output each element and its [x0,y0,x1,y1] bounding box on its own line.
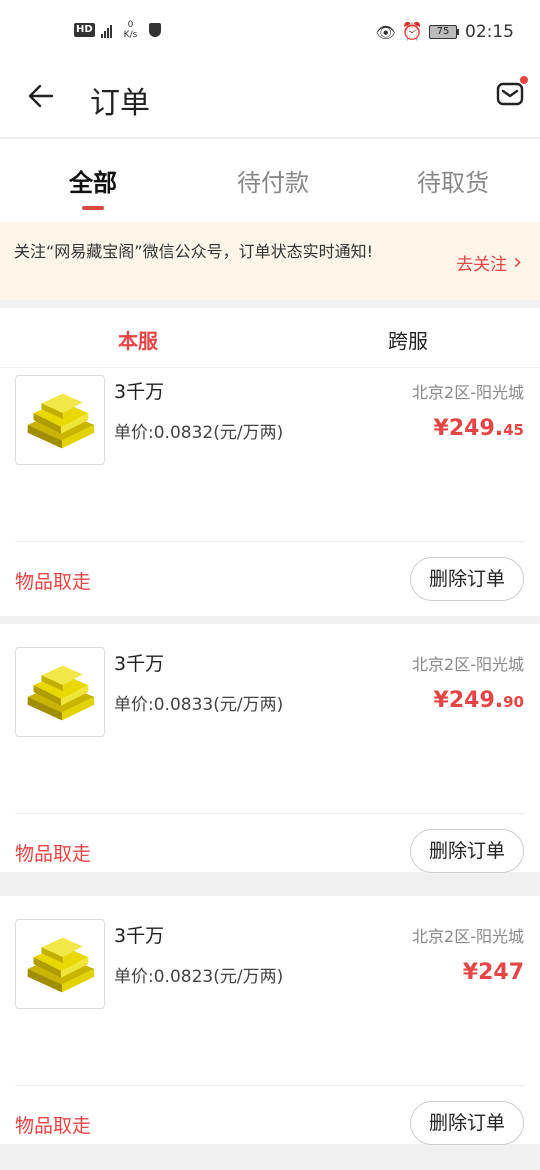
order-card[interactable]: 3千万 单价:0.0832(元/万两) 北京2区-阳光城 ¥249.45 物品取… [0,368,540,616]
subtab-same-server[interactable]: 本服 [3,325,273,354]
divider [15,813,525,814]
eye-icon: 👁 [375,22,396,42]
notification-dot [520,76,528,84]
tab-pending-pickup[interactable]: 待取货 [363,163,540,198]
order-status: 物品取走 [15,1115,92,1137]
tab-all[interactable]: 全部 [3,163,183,198]
order-total: ¥249.45 [434,416,524,441]
battery-icon: 75 [429,25,459,39]
item-name: 3千万 [114,381,165,403]
order-card[interactable]: 3千万 单价:0.0833(元/万两) 北京2区-阳光城 ¥249.90 物品取… [0,624,540,873]
subtab-cross-server[interactable]: 跨服 [273,325,540,354]
page-title: 订单 [90,86,150,121]
total-dec: 90 [503,693,524,711]
net-rate: 0 [127,20,134,30]
status-bar: HD 0 K/s 👁 ⏰ 75 02:15 [0,0,540,66]
delete-order-button[interactable]: 删除订单 [410,829,524,873]
status-right: 👁 ⏰ 75 02:15 [376,22,514,42]
gold-bars-thumbnail [15,647,105,737]
tab-pending-payment[interactable]: 待付款 [183,163,363,198]
order-tabs: 全部 待付款 待取货 [0,139,540,222]
delete-order-button[interactable]: 删除订单 [410,557,524,601]
net-unit: K/s [123,30,138,40]
notice-banner: 关注“网易藏宝阁”微信公众号，订单状态实时通知! 去关注 › [0,222,540,300]
network-speed: 0 K/s [124,20,138,40]
back-arrow-icon[interactable] [26,80,58,112]
signal-icon [100,22,112,38]
item-name: 3千万 [114,653,165,675]
chevron-right-icon: › [513,249,522,275]
order-status: 物品取走 [15,571,92,593]
gold-bars-thumbnail [15,375,105,465]
status-left: HD 0 K/s [74,20,162,40]
mail-icon[interactable] [496,80,524,108]
shield-icon [149,23,162,37]
total-int: ¥249. [433,416,504,441]
tab-indicator [82,206,104,210]
order-card[interactable]: 3千万 单价:0.0823(元/万两) 北京2区-阳光城 ¥247 物品取走 删… [0,896,540,1145]
app-header: 订单 [0,66,540,138]
item-name: 3千万 [114,925,165,947]
server-tabs: 本服 跨服 [0,308,540,368]
delete-order-button[interactable]: 删除订单 [410,1101,524,1145]
divider [15,1085,525,1086]
notice-text: 关注“网易藏宝阁”微信公众号，订单状态实时通知! [14,242,373,261]
hd-badge: HD [74,23,95,37]
clock: 02:15 [465,22,514,42]
follow-label: 去关注 [456,255,508,275]
order-total: ¥247 [463,960,524,985]
order-total: ¥249.90 [434,688,524,713]
order-status: 物品取走 [15,843,92,865]
unit-price: 单价:0.0823(元/万两) [114,967,284,987]
battery-level: 75 [429,25,457,39]
server-name: 北京2区-阳光城 [412,927,524,946]
unit-price: 单价:0.0832(元/万两) [114,423,284,443]
total-int: ¥247 [462,960,524,985]
total-dec: 45 [503,421,524,439]
server-name: 北京2区-阳光城 [412,655,524,674]
follow-link[interactable]: 去关注 › [456,250,522,275]
divider [15,541,525,542]
gold-bars-thumbnail [15,919,105,1009]
total-int: ¥249. [433,688,504,713]
unit-price: 单价:0.0833(元/万两) [114,695,284,715]
alarm-icon: ⏰ [401,22,423,42]
server-name: 北京2区-阳光城 [412,383,524,402]
